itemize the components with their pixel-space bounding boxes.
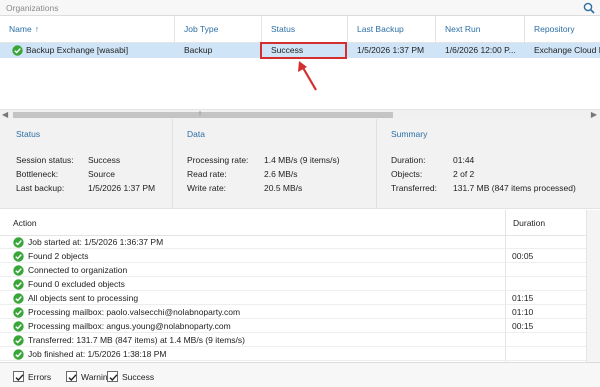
checkmark-icon	[109, 374, 118, 382]
last-backup-label: Last backup:	[16, 183, 65, 193]
success-check-icon	[13, 251, 24, 262]
status-section-title: Status	[16, 129, 41, 139]
vertical-scrollbar[interactable]	[586, 210, 600, 362]
warnings-checkbox[interactable]	[66, 371, 77, 382]
log-row[interactable]: Connected to organization	[0, 264, 586, 277]
log-row[interactable]: Processing mailbox: angus.young@nolabnop…	[0, 320, 586, 333]
processing-rate-value: 1.4 MB/s (9 items/s)	[264, 155, 340, 165]
log-row[interactable]: All objects sent to processing 01:15	[0, 292, 586, 305]
transferred-label: Transferred:	[391, 183, 437, 193]
log-action-text: Job started at: 1/5/2026 1:36:37 PM	[28, 237, 164, 247]
column-header-duration[interactable]: Duration	[513, 218, 545, 228]
duration-value: 01:44	[453, 155, 475, 165]
read-rate-label: Read rate:	[187, 169, 227, 179]
success-check-icon	[13, 293, 24, 304]
jobs-grid-header: Name ↑ Job Type Status Last Backup Next R…	[0, 16, 600, 43]
log-action-text: All objects sent to processing	[28, 293, 139, 303]
bottleneck-value: Source	[88, 169, 115, 179]
errors-checkbox[interactable]	[13, 371, 24, 382]
success-check-icon	[13, 321, 24, 332]
horizontal-scrollbar[interactable]: ◀ ⦙⦙⦙ ▶	[0, 109, 600, 119]
column-header-next-run[interactable]: Next Run	[436, 16, 525, 43]
log-row[interactable]: Found 2 objects 00:05	[0, 250, 586, 263]
status-highlight-box	[260, 42, 347, 59]
session-details-panel: Status Session status: Success Bottlenec…	[0, 119, 600, 209]
organizations-title: Organizations	[6, 3, 59, 13]
success-check-icon	[13, 307, 24, 318]
transferred-value: 131.7 MB (847 items processed)	[453, 183, 576, 193]
log-row[interactable]: Transferred: 131.7 MB (847 items) at 1.4…	[0, 334, 586, 347]
scrollbar-thumb[interactable]: ⦙⦙⦙	[13, 111, 393, 118]
session-status-label: Session status:	[16, 155, 74, 165]
column-header-label: Name	[9, 24, 32, 34]
job-name: Backup Exchange [wasabi]	[26, 45, 129, 55]
organizations-bar: Organizations	[0, 0, 600, 16]
checkmark-icon	[15, 374, 24, 382]
success-check-icon	[13, 279, 24, 290]
log-row[interactable]: Job finished at: 1/5/2026 1:38:18 PM	[0, 348, 586, 361]
log-action-text: Processing mailbox: angus.young@nolabnop…	[28, 321, 231, 331]
last-backup-value: 1/5/2026 1:37 PM	[88, 183, 156, 193]
success-check-icon	[13, 265, 24, 276]
column-header-name[interactable]: Name ↑	[0, 16, 175, 43]
log-duration: 01:10	[512, 307, 534, 317]
errors-label: Errors	[28, 372, 52, 382]
action-log-header: Action Duration	[0, 210, 600, 236]
job-repository: Exchange Cloud R...	[534, 45, 600, 55]
success-checkbox[interactable]	[107, 371, 118, 382]
log-duration: 00:15	[512, 321, 534, 331]
grip-icon: ⦙⦙⦙	[199, 111, 201, 117]
job-type: Backup	[184, 45, 213, 55]
filter-bar: Errors Warnings Success	[0, 362, 600, 387]
write-rate-label: Write rate:	[187, 183, 227, 193]
column-header-last-backup[interactable]: Last Backup	[348, 16, 436, 43]
session-status-value: Success	[88, 155, 121, 165]
log-action-text: Processing mailbox: paolo.valsecchi@nola…	[28, 307, 241, 317]
success-check-icon	[13, 349, 24, 360]
search-icon[interactable]	[582, 1, 596, 15]
write-rate-value: 20.5 MB/s	[264, 183, 303, 193]
bottleneck-label: Bottleneck:	[16, 169, 59, 179]
success-label: Success	[122, 372, 155, 382]
log-row[interactable]: Processing mailbox: paolo.valsecchi@nola…	[0, 306, 586, 319]
job-next-run: 1/6/2026 12:00 P...	[445, 45, 516, 55]
column-header-action[interactable]: Action	[13, 218, 37, 228]
sort-ascending-icon: ↑	[34, 24, 39, 34]
log-row[interactable]: Job started at: 1/5/2026 1:36:37 PM	[0, 236, 586, 249]
section-divider	[376, 119, 377, 209]
success-check-icon	[13, 237, 24, 248]
column-header-status[interactable]: Status	[262, 16, 348, 43]
annotation-arrow-icon	[298, 61, 317, 91]
log-action-text: Job finished at: 1/5/2026 1:38:18 PM	[28, 349, 167, 359]
log-row[interactable]: Found 0 excluded objects	[0, 278, 586, 291]
log-duration: 01:15	[512, 293, 534, 303]
log-action-text: Found 2 objects	[28, 251, 89, 261]
job-last-backup: 1/5/2026 1:37 PM	[357, 45, 425, 55]
read-rate-value: 2.6 MB/s	[264, 169, 298, 179]
success-check-icon	[13, 335, 24, 346]
processing-rate-label: Processing rate:	[187, 155, 249, 165]
objects-label: Objects:	[391, 169, 423, 179]
log-duration: 00:05	[512, 251, 534, 261]
checkmark-icon	[68, 374, 77, 382]
column-header-job-type[interactable]: Job Type	[175, 16, 262, 43]
section-divider	[172, 119, 173, 209]
log-action-text: Found 0 excluded objects	[28, 279, 125, 289]
column-header-repository[interactable]: Repository	[525, 16, 600, 43]
log-action-text: Transferred: 131.7 MB (847 items) at 1.4…	[28, 335, 245, 345]
data-section-title: Data	[187, 129, 205, 139]
objects-value: 2 of 2	[453, 169, 475, 179]
duration-label: Duration:	[391, 155, 426, 165]
summary-section-title: Summary	[391, 129, 428, 139]
log-action-text: Connected to organization	[28, 265, 128, 275]
